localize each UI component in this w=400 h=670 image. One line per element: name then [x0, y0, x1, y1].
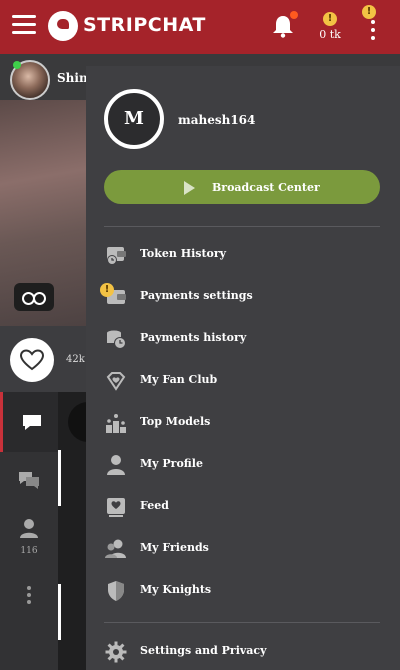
broadcast-center-label: Broadcast Center — [212, 181, 320, 194]
feed-heart-icon — [107, 498, 125, 517]
warning-badge-icon: ! — [323, 12, 337, 26]
menu-item-label: My Profile — [140, 457, 203, 470]
menu-item-label: Token History — [140, 247, 227, 260]
rail-more-icon[interactable] — [27, 586, 31, 607]
menu-item-my-profile[interactable]: My Profile — [86, 445, 400, 485]
streamer-name[interactable]: Shin — [57, 71, 88, 85]
users-icon — [20, 519, 38, 538]
menu-item-feed[interactable]: Feed — [86, 487, 400, 527]
menu-item-label: My Knights — [140, 583, 212, 596]
gear-icon — [105, 641, 127, 663]
menu-item-label: Feed — [140, 499, 169, 512]
menu-item-my-knights[interactable]: My Knights — [86, 571, 400, 611]
chat-message-marker — [58, 584, 61, 640]
menu-item-my-fan-club[interactable]: My Fan Club — [86, 361, 400, 401]
menu-item-label: My Fan Club — [140, 373, 218, 386]
notification-dot — [290, 11, 298, 19]
token-balance[interactable]: ! 0 tk — [313, 6, 347, 50]
person-icon — [107, 455, 125, 475]
heart-diamond-icon — [106, 372, 126, 391]
shield-icon — [108, 581, 124, 601]
private-messages-tab[interactable] — [0, 456, 58, 516]
user-avatar[interactable]: M — [104, 89, 164, 149]
coins-clock-icon — [107, 330, 126, 349]
online-status-dot — [13, 61, 21, 69]
top-bar: STRIPCHAT ! 0 tk — [0, 0, 400, 54]
menu-item-top-models[interactable]: Top Models — [86, 403, 400, 443]
menu-item-settings-and-privacy[interactable]: Settings and Privacy — [86, 632, 400, 670]
messages-icon — [19, 472, 39, 489]
heart-icon — [19, 349, 45, 371]
vr-mode-icon[interactable] — [14, 283, 54, 311]
hamburger-menu-icon[interactable] — [12, 15, 36, 35]
menu-item-label: Payments history — [140, 331, 247, 344]
warning-badge-icon: ! — [362, 5, 376, 19]
menu-item-payments-history[interactable]: Payments history — [86, 319, 400, 359]
side-rail: 116 — [0, 392, 58, 670]
brand-logo-text[interactable]: STRIPCHAT — [83, 14, 206, 36]
menu-item-label: Settings and Privacy — [140, 644, 267, 657]
favorites-count: 42k — [66, 354, 85, 365]
menu-item-label: My Friends — [140, 541, 209, 554]
menu-item-label: Top Models — [140, 415, 211, 428]
broadcast-center-button[interactable]: Broadcast Center — [104, 170, 380, 204]
notifications-bell-icon[interactable] — [272, 11, 298, 38]
chat-tab[interactable] — [0, 392, 58, 452]
users-tab[interactable]: 116 — [0, 514, 58, 574]
ranking-stars-icon — [106, 414, 126, 433]
menu-divider — [104, 226, 380, 227]
chat-bubble-icon — [23, 415, 41, 430]
kebab-menu-icon — [371, 20, 376, 44]
logo-icon[interactable] — [48, 11, 78, 41]
menu-item-my-friends[interactable]: My Friends — [86, 529, 400, 569]
menu-item-token-history[interactable]: Token History — [86, 235, 400, 275]
menu-item-payments-settings[interactable]: ! Payments settings — [86, 277, 400, 317]
username[interactable]: mahesh164 — [178, 113, 255, 127]
chat-message-marker — [58, 450, 61, 506]
favorite-button[interactable] — [10, 338, 54, 382]
warning-badge-icon: ! — [100, 283, 114, 297]
menu-divider — [104, 622, 380, 623]
play-icon — [184, 181, 195, 195]
menu-item-label: Payments settings — [140, 289, 253, 302]
wallet-clock-icon — [107, 247, 126, 265]
users-count: 116 — [20, 546, 38, 556]
friends-icon — [105, 539, 126, 558]
token-count: 0 tk — [319, 28, 341, 41]
